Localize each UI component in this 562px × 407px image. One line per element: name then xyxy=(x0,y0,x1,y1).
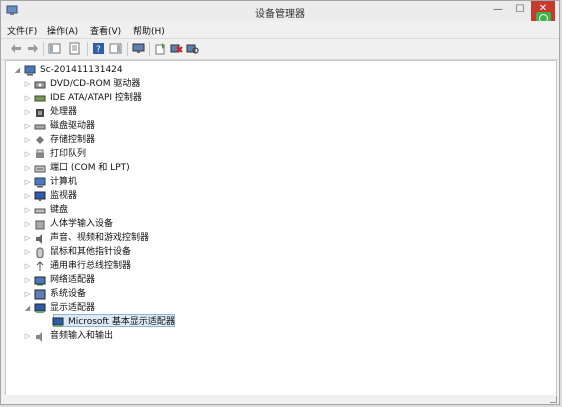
expand-toggle-icon[interactable]: ▷ xyxy=(24,148,31,161)
sound-icon xyxy=(34,233,46,244)
computer-icon xyxy=(24,65,36,76)
expand-toggle-icon[interactable]: ▷ xyxy=(24,246,31,259)
scan-hardware-icon[interactable] xyxy=(186,42,199,55)
expand-toggle-icon[interactable]: ▷ xyxy=(24,78,31,91)
expand-toggle-icon[interactable]: ▷ xyxy=(24,134,31,147)
expand-toggle-icon[interactable]: ▷ xyxy=(24,330,31,343)
hid-icon xyxy=(34,219,46,230)
display-adapter-icon xyxy=(52,317,64,328)
port-icon xyxy=(34,163,46,174)
resize-grip-icon[interactable] xyxy=(550,396,557,403)
expand-toggle-icon[interactable]: ▷ xyxy=(24,92,31,105)
menu-action[interactable]: 操作(A) xyxy=(47,24,78,37)
tree-item-label: 处理器 xyxy=(50,107,78,117)
maximize-button[interactable]: ☐ xyxy=(509,1,531,21)
tree-item-label: 显示适配器 xyxy=(50,303,96,313)
tree-root-label: Sc-201411131424 xyxy=(40,65,123,75)
status-bar xyxy=(1,395,559,404)
expand-toggle-icon[interactable]: ▷ xyxy=(24,106,31,119)
menu-file[interactable]: 文件(F) xyxy=(7,24,37,37)
collapse-toggle-icon[interactable]: ◢ xyxy=(24,302,31,315)
expand-toggle-icon[interactable] xyxy=(42,316,49,329)
tree-item-label: Microsoft 基本显示适配器 xyxy=(68,317,175,327)
tree-item-label: 鼠标和其他指针设备 xyxy=(50,247,132,257)
toolbar-separator xyxy=(43,42,44,56)
expand-toggle-icon[interactable]: ▷ xyxy=(24,260,31,273)
expand-toggle-icon[interactable]: ▷ xyxy=(24,204,31,217)
menu-view[interactable]: 查看(V) xyxy=(90,24,121,37)
display-adapter-icon xyxy=(34,303,46,314)
device-tree[interactable]: ◢ Sc-201411131424 ▷ DVD/CD-ROM 驱动器 ▷ IDE AT… xyxy=(5,60,557,396)
show-hide-tree-icon[interactable] xyxy=(48,42,61,55)
svg-text:?: ? xyxy=(96,45,101,55)
tree-item-label: DVD/CD-ROM 驱动器 xyxy=(50,79,141,89)
ide-controller-icon xyxy=(34,93,46,104)
tree-item-label: 人体学输入设备 xyxy=(50,219,114,229)
storage-controller-icon xyxy=(34,135,46,146)
tree-item-label: 磁盘驱动器 xyxy=(50,121,96,131)
processor-icon xyxy=(34,107,46,118)
update-driver-icon[interactable] xyxy=(154,42,167,55)
expand-toggle-icon[interactable]: ▷ xyxy=(24,162,31,175)
tree-item-label: 音频输入和输出 xyxy=(50,331,114,341)
tree-item-label: 键盘 xyxy=(50,205,69,215)
menu-help[interactable]: 帮助(H) xyxy=(133,24,165,37)
expand-toggle-icon[interactable]: ▷ xyxy=(24,288,31,301)
minimize-button[interactable]: — xyxy=(487,1,509,21)
device-manager-window: 设备管理器 — ☐ ✕ 文件(F) 操作(A) 查看(V) 帮助(H) ? ◢ … xyxy=(0,0,560,405)
collapse-toggle-icon[interactable]: ◢ xyxy=(14,64,21,77)
audio-io-icon xyxy=(34,331,46,342)
tree-item-label: 通用串行总线控制器 xyxy=(50,261,132,271)
mouse-icon xyxy=(34,247,46,259)
window-title: 设备管理器 xyxy=(255,9,305,20)
tree-item-label: 存储控制器 xyxy=(50,135,96,145)
disk-drive-icon xyxy=(34,121,46,132)
dvd-drive-icon xyxy=(34,79,46,90)
network-adapter-icon xyxy=(34,275,46,286)
properties-icon[interactable] xyxy=(68,42,81,55)
title-bar[interactable]: 设备管理器 — ☐ ✕ xyxy=(1,1,559,21)
tree-item-label: IDE ATA/ATAPI 控制器 xyxy=(50,93,142,103)
expand-toggle-icon[interactable]: ▷ xyxy=(24,274,31,287)
uninstall-icon[interactable] xyxy=(170,42,183,55)
toolbar-separator xyxy=(87,42,88,56)
expand-toggle-icon[interactable]: ▷ xyxy=(24,218,31,231)
menu-bar: 文件(F) 操作(A) 查看(V) 帮助(H) xyxy=(1,21,559,38)
expand-toggle-icon[interactable]: ▷ xyxy=(24,190,31,203)
expand-toggle-icon[interactable]: ▷ xyxy=(24,176,31,189)
back-arrow-icon[interactable] xyxy=(10,42,23,55)
tree-item-label: 计算机 xyxy=(50,177,78,187)
toolbar: ? xyxy=(1,38,559,60)
usb-icon xyxy=(34,261,46,272)
expand-toggle-icon[interactable]: ▷ xyxy=(24,120,31,133)
tree-item-label: 监视器 xyxy=(50,191,78,201)
tree-item-label: 网络适配器 xyxy=(50,275,96,285)
system-device-icon xyxy=(34,289,46,300)
toolbar-separator xyxy=(149,42,150,56)
help-icon[interactable]: ? xyxy=(92,42,105,55)
display-device-icon[interactable] xyxy=(132,42,145,55)
tree-item-label: 声音、视频和游戏控制器 xyxy=(50,233,150,243)
printer-icon xyxy=(34,149,46,160)
toolbar-separator xyxy=(127,42,128,56)
expand-toggle-icon[interactable]: ▷ xyxy=(24,232,31,245)
forward-arrow-icon[interactable] xyxy=(26,42,39,55)
keyboard-icon xyxy=(34,205,46,216)
tree-item-label: 打印队列 xyxy=(50,149,87,159)
action-pane-icon[interactable] xyxy=(109,42,122,55)
tree-item-label: 端口 (COM 和 LPT) xyxy=(50,163,130,173)
computer-icon xyxy=(34,177,46,188)
monitor-icon xyxy=(34,191,46,202)
tree-item-label: 系统设备 xyxy=(50,289,87,299)
